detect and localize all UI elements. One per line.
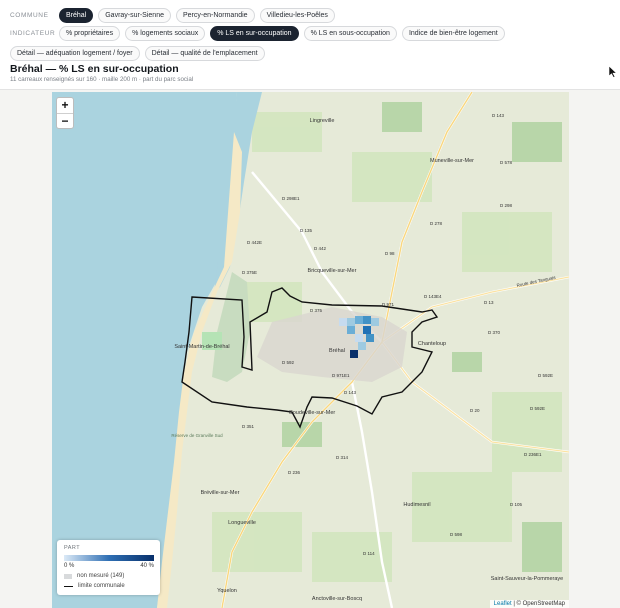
legend-item-boundary: limite communale [64,583,154,589]
leaflet-link[interactable]: Leaflet [494,601,512,607]
toolbar: COMMUNE Bréhal Gavray-sur-Sienne Percy-e… [0,0,620,90]
place-label: Lingreville [310,118,335,124]
cell[interactable] [358,342,366,350]
cell[interactable] [339,318,347,326]
chip-indicator-adequation[interactable]: Détail — adéquation logement / foyer [10,46,140,61]
road-label: D 971 [382,302,395,307]
chip-indicator-logements-sociaux[interactable]: % logements sociaux [125,26,206,41]
road-label: D 98 [385,251,395,256]
indicator-row: INDICATEUR % propriétaires % logements s… [10,26,615,61]
chip-indicator-emplacement[interactable]: Détail — qualité de l'emplacement [144,46,265,61]
place-label: Bricqueville-sur-Mer [308,268,357,274]
chip-commune-gavray[interactable]: Gavray-sur-Sienne [98,8,171,23]
legend-item-not-measured: non mesuré (149) [64,573,154,579]
road-label: D 143 [492,113,505,118]
road-label: D 592 [282,360,295,365]
reserve-label: Réserve de Granville Sud [171,433,223,438]
legend-not-measured-label: non mesuré (149) [77,573,125,579]
chip-indicator-sur-occupation[interactable]: % LS en sur-occupation [210,26,299,41]
legend-title: PART [64,545,81,551]
map-legend: PART 0 % 40 % non mesuré (149) limite co… [57,540,160,595]
legend-scale: 0 % 40 % [64,563,154,569]
road-label: D 13 [484,300,494,305]
chip-commune-percy[interactable]: Percy-en-Normandie [175,8,255,23]
chip-commune-villedieu[interactable]: Villedieu-les-Poêles [259,8,335,23]
road-label: D 578 [500,160,513,165]
place-label: Yquelon [217,588,237,594]
page-subtitle: 11 carreaux renseignés sur 160 · maille … [10,76,194,83]
chip-commune-brehal[interactable]: Bréhal [59,8,94,23]
cell[interactable] [355,316,363,324]
attribution: Leaflet | © OpenStreetMap [489,600,569,608]
road-label: D 442 [314,246,327,251]
road-label: D 598 [450,532,463,537]
road-label: D 236E1 [524,452,542,457]
road-label: D 298E1 [282,196,300,201]
road-label: D 592E [538,373,553,378]
cell[interactable] [366,334,374,342]
zoom-out-button[interactable]: − [57,113,73,128]
cell[interactable] [347,318,355,326]
cell[interactable] [363,326,371,334]
place-label: Coudeville-sur-Mer [289,410,336,416]
road-label: D 314 [336,455,349,460]
legend-min: 0 % [64,563,75,569]
road-label: D 375E [242,270,257,275]
place-label: Bréhal [329,348,345,354]
map-view[interactable]: Lingreville Muneville-sur-Mer Bricquevil… [52,92,569,608]
road-label: D 442E [247,240,262,245]
road-label: D 375 [310,308,323,313]
road-label: D 105 [510,502,523,507]
road-label: D 20 [470,408,480,413]
place-label: Longueville [228,520,256,526]
map-tiles: Lingreville Muneville-sur-Mer Bricquevil… [52,92,569,608]
commune-label: COMMUNE [10,12,49,19]
commune-row: COMMUNE Bréhal Gavray-sur-Sienne Percy-e… [10,8,335,23]
road-label: D 143E4 [424,294,442,299]
road-label: D 592E [530,406,545,411]
not-measured-swatch [64,573,72,579]
cell[interactable] [371,318,379,326]
place-label: Muneville-sur-Mer [430,158,474,164]
cell[interactable] [350,350,358,358]
place-label: Chanteloup [418,341,446,347]
place-label: Anctoville-sur-Boscq [312,596,362,602]
place-label: Hudimesnil [403,502,430,508]
mouse-cursor-icon [608,66,618,78]
cell[interactable] [347,326,355,334]
road-label: D 114 [363,551,375,556]
road-label: D 135 [300,228,313,233]
chip-indicator-sous-occupation[interactable]: % LS en sous-occupation [303,26,397,41]
boundary-swatch [64,585,73,587]
chip-indicator-proprietaires[interactable]: % propriétaires [59,26,121,41]
osm-attribution[interactable]: | © OpenStreetMap [513,601,565,607]
legend-max: 40 % [140,563,154,569]
indicator-label: INDICATEUR [10,30,56,37]
legend-gradient [64,555,154,561]
road-label: D 278 [430,221,443,226]
road-label: D 236 [288,470,301,475]
zoom-control: + − [56,97,74,129]
place-label: Bréville-sur-Mer [201,490,240,496]
road-label: D 971E1 [332,373,350,378]
road-label: D 351 [242,424,255,429]
place-label: Saint-Sauveur-la-Pommeraye [491,576,563,582]
zoom-in-button[interactable]: + [57,98,73,113]
place-label: Saint-Martin-de-Bréhal [174,344,229,350]
cell[interactable] [363,316,371,324]
page-title: Bréhal — % LS en sur-occupation [10,63,179,75]
chip-indicator-bien-etre[interactable]: Indice de bien-être logement [401,26,505,41]
cell[interactable] [355,334,363,342]
road-label: D 298 [500,203,513,208]
road-label: D 143 [344,390,357,395]
road-label: D 370 [488,330,501,335]
legend-boundary-label: limite communale [78,583,125,589]
